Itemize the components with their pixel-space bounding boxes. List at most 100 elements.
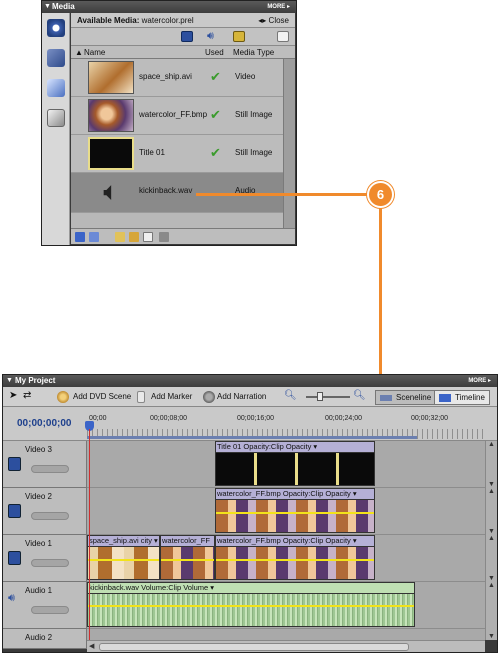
- scroll-down-icon[interactable]: ▼: [488, 481, 495, 488]
- trash-icon[interactable]: [159, 232, 169, 242]
- icon-view-icon[interactable]: [89, 232, 99, 242]
- zoom-out-icon[interactable]: 🔍︎: [284, 390, 297, 401]
- track-audio-1: kickinback.wav Volume:Clip Volume ▾: [87, 582, 485, 629]
- timeline-clip[interactable]: space_ship.avi city ▾: [87, 535, 160, 580]
- filter-video-icon[interactable]: [181, 31, 193, 42]
- track-controls[interactable]: [31, 512, 69, 520]
- scroll-up-icon[interactable]: ▲: [488, 441, 495, 448]
- track-scrollbar[interactable]: ▲ ▼: [485, 582, 497, 640]
- scroll-left-icon[interactable]: ◀: [89, 642, 94, 650]
- filter-audio-icon[interactable]: 🔊︎: [207, 31, 219, 42]
- track-name: Audio 1: [25, 586, 53, 595]
- clip-label: watercolor_FF.bmp Opacity:Clip Opacity ▾: [216, 489, 374, 500]
- effects-icon[interactable]: [47, 79, 65, 97]
- work-area-bar[interactable]: [87, 436, 417, 439]
- new-folder-icon[interactable]: [115, 232, 125, 242]
- track-header-video-1: Video 1: [3, 535, 87, 582]
- scroll-down-icon[interactable]: ▼: [488, 633, 495, 640]
- track-header-video-3: Video 3: [3, 441, 87, 488]
- clip-frames: [88, 547, 159, 579]
- track-controls[interactable]: [31, 559, 69, 567]
- media-film-reel-icon[interactable]: [47, 19, 65, 37]
- current-timecode[interactable]: 00;00;00;00: [17, 418, 71, 429]
- video-track-icon[interactable]: [8, 551, 21, 565]
- media-item[interactable]: Title 01 ✔ Still Image: [71, 135, 283, 173]
- ruler-label: 00;00;08;00: [150, 415, 187, 422]
- audio-track-speaker-icon[interactable]: 🔊︎: [8, 592, 15, 605]
- track-name: Video 3: [25, 445, 52, 454]
- timeline-clip[interactable]: watercolor_FF.bmp Opacity:Clip Opacity ▾: [215, 535, 375, 580]
- selection-tool-icon[interactable]: ➤: [9, 390, 17, 401]
- video-track-icon[interactable]: [8, 457, 21, 471]
- column-name[interactable]: Name: [84, 48, 105, 57]
- timeline-ruler[interactable]: 00;00;00;00 00;00 00;00;08;00 00;00;16;0…: [3, 407, 497, 441]
- column-used[interactable]: Used: [205, 48, 224, 57]
- available-media-value: watercolor.prel: [141, 16, 194, 25]
- timeline-clip[interactable]: kickinback.wav Volume:Clip Volume ▾: [87, 582, 415, 627]
- opacity-rubberband[interactable]: [161, 559, 214, 561]
- opacity-rubberband[interactable]: [216, 559, 374, 561]
- timeline-clip[interactable]: Title 01 Opacity:Clip Opacity ▾: [215, 441, 375, 486]
- sceneline-icon: [380, 395, 392, 401]
- project-panel-title: My Project: [15, 376, 56, 385]
- timeline-tracks: Video 3 Title 01 Opacity:Clip Opacity ▾ …: [3, 441, 485, 649]
- media-item[interactable]: space_ship.avi ✔ Video: [71, 59, 283, 97]
- collapse-triangle-icon[interactable]: ▼: [6, 377, 13, 384]
- sort-asc-icon[interactable]: ▲: [75, 48, 83, 57]
- track-video-3: Title 01 Opacity:Clip Opacity ▾: [87, 441, 485, 488]
- track-scrollbar[interactable]: ▲ ▼: [485, 441, 497, 488]
- collapse-triangle-icon[interactable]: ▼: [44, 3, 51, 10]
- callout-leader-line: [196, 193, 368, 196]
- track-scrollbar[interactable]: ▲ ▼: [485, 488, 497, 535]
- timeline-clip[interactable]: watercolor_FF.bmp Opacity:Clip Opacity ▾: [215, 488, 375, 533]
- media-sidebar: [42, 13, 70, 245]
- list-view-icon[interactable]: [75, 232, 85, 242]
- scroll-up-icon[interactable]: ▲: [488, 582, 495, 589]
- themes-icon[interactable]: [47, 49, 65, 67]
- titles-icon[interactable]: [47, 109, 65, 127]
- track-name: Video 2: [25, 492, 52, 501]
- sceneline-button[interactable]: Sceneline: [375, 390, 437, 405]
- add-dvd-scene-button[interactable]: Add DVD Scene: [73, 392, 131, 401]
- track-scrollbar[interactable]: ▲ ▼: [485, 535, 497, 582]
- ruler-label: 00;00;32;00: [411, 415, 448, 422]
- scroll-up-icon[interactable]: ▲: [488, 535, 495, 542]
- opacity-rubberband[interactable]: [216, 512, 374, 514]
- time-stretch-tool-icon[interactable]: ⇄: [23, 390, 31, 401]
- close-button[interactable]: ◂▸ Close: [258, 16, 289, 25]
- more-menu-button[interactable]: MORE ▸: [468, 377, 491, 384]
- media-content: Available Media: watercolor.prel ◂▸ Clos…: [71, 13, 295, 244]
- zoom-slider-handle[interactable]: [317, 392, 323, 401]
- media-list-scrollbar[interactable]: [283, 59, 295, 241]
- media-panel-header: ▼ Media MORE ▸: [42, 1, 296, 13]
- scroll-up-icon[interactable]: ▲: [488, 488, 495, 495]
- folder-icon[interactable]: [129, 232, 139, 242]
- volume-rubberband[interactable]: [88, 605, 414, 607]
- scroll-down-icon[interactable]: ▼: [488, 575, 495, 582]
- more-menu-button[interactable]: MORE ▸: [267, 3, 290, 10]
- new-item-icon[interactable]: [277, 31, 289, 42]
- media-item[interactable]: watercolor_FF.bmp ✔ Still Image: [71, 97, 283, 135]
- zoom-slider[interactable]: [306, 396, 350, 398]
- track-controls[interactable]: [31, 606, 69, 614]
- new-item-footer-icon[interactable]: [143, 232, 153, 242]
- current-time-indicator[interactable]: [89, 429, 90, 640]
- media-panel-title: Media: [52, 2, 75, 11]
- column-media-type[interactable]: Media Type: [233, 48, 274, 57]
- timeline-horizontal-scrollbar[interactable]: ◀: [87, 640, 485, 652]
- filter-image-icon[interactable]: [233, 31, 245, 42]
- clip-frames: [161, 547, 214, 579]
- project-panel-header: ▼ My Project MORE ▸: [3, 375, 497, 387]
- timeline-clip[interactable]: watercolor_FF: [160, 535, 215, 580]
- opacity-rubberband[interactable]: [88, 559, 159, 561]
- add-narration-button[interactable]: Add Narration: [217, 392, 266, 401]
- add-marker-button[interactable]: Add Marker: [151, 392, 192, 401]
- audio-waveform: [88, 594, 414, 626]
- track-controls[interactable]: [31, 465, 69, 473]
- scroll-down-icon[interactable]: ▼: [488, 528, 495, 535]
- zoom-in-icon[interactable]: 🔍︎: [353, 390, 366, 401]
- timeline-button[interactable]: Timeline: [434, 390, 490, 405]
- video-track-icon[interactable]: [8, 504, 21, 518]
- media-column-headers: ▲ Name Used Media Type: [71, 46, 295, 59]
- scrollbar-thumb[interactable]: [99, 643, 409, 651]
